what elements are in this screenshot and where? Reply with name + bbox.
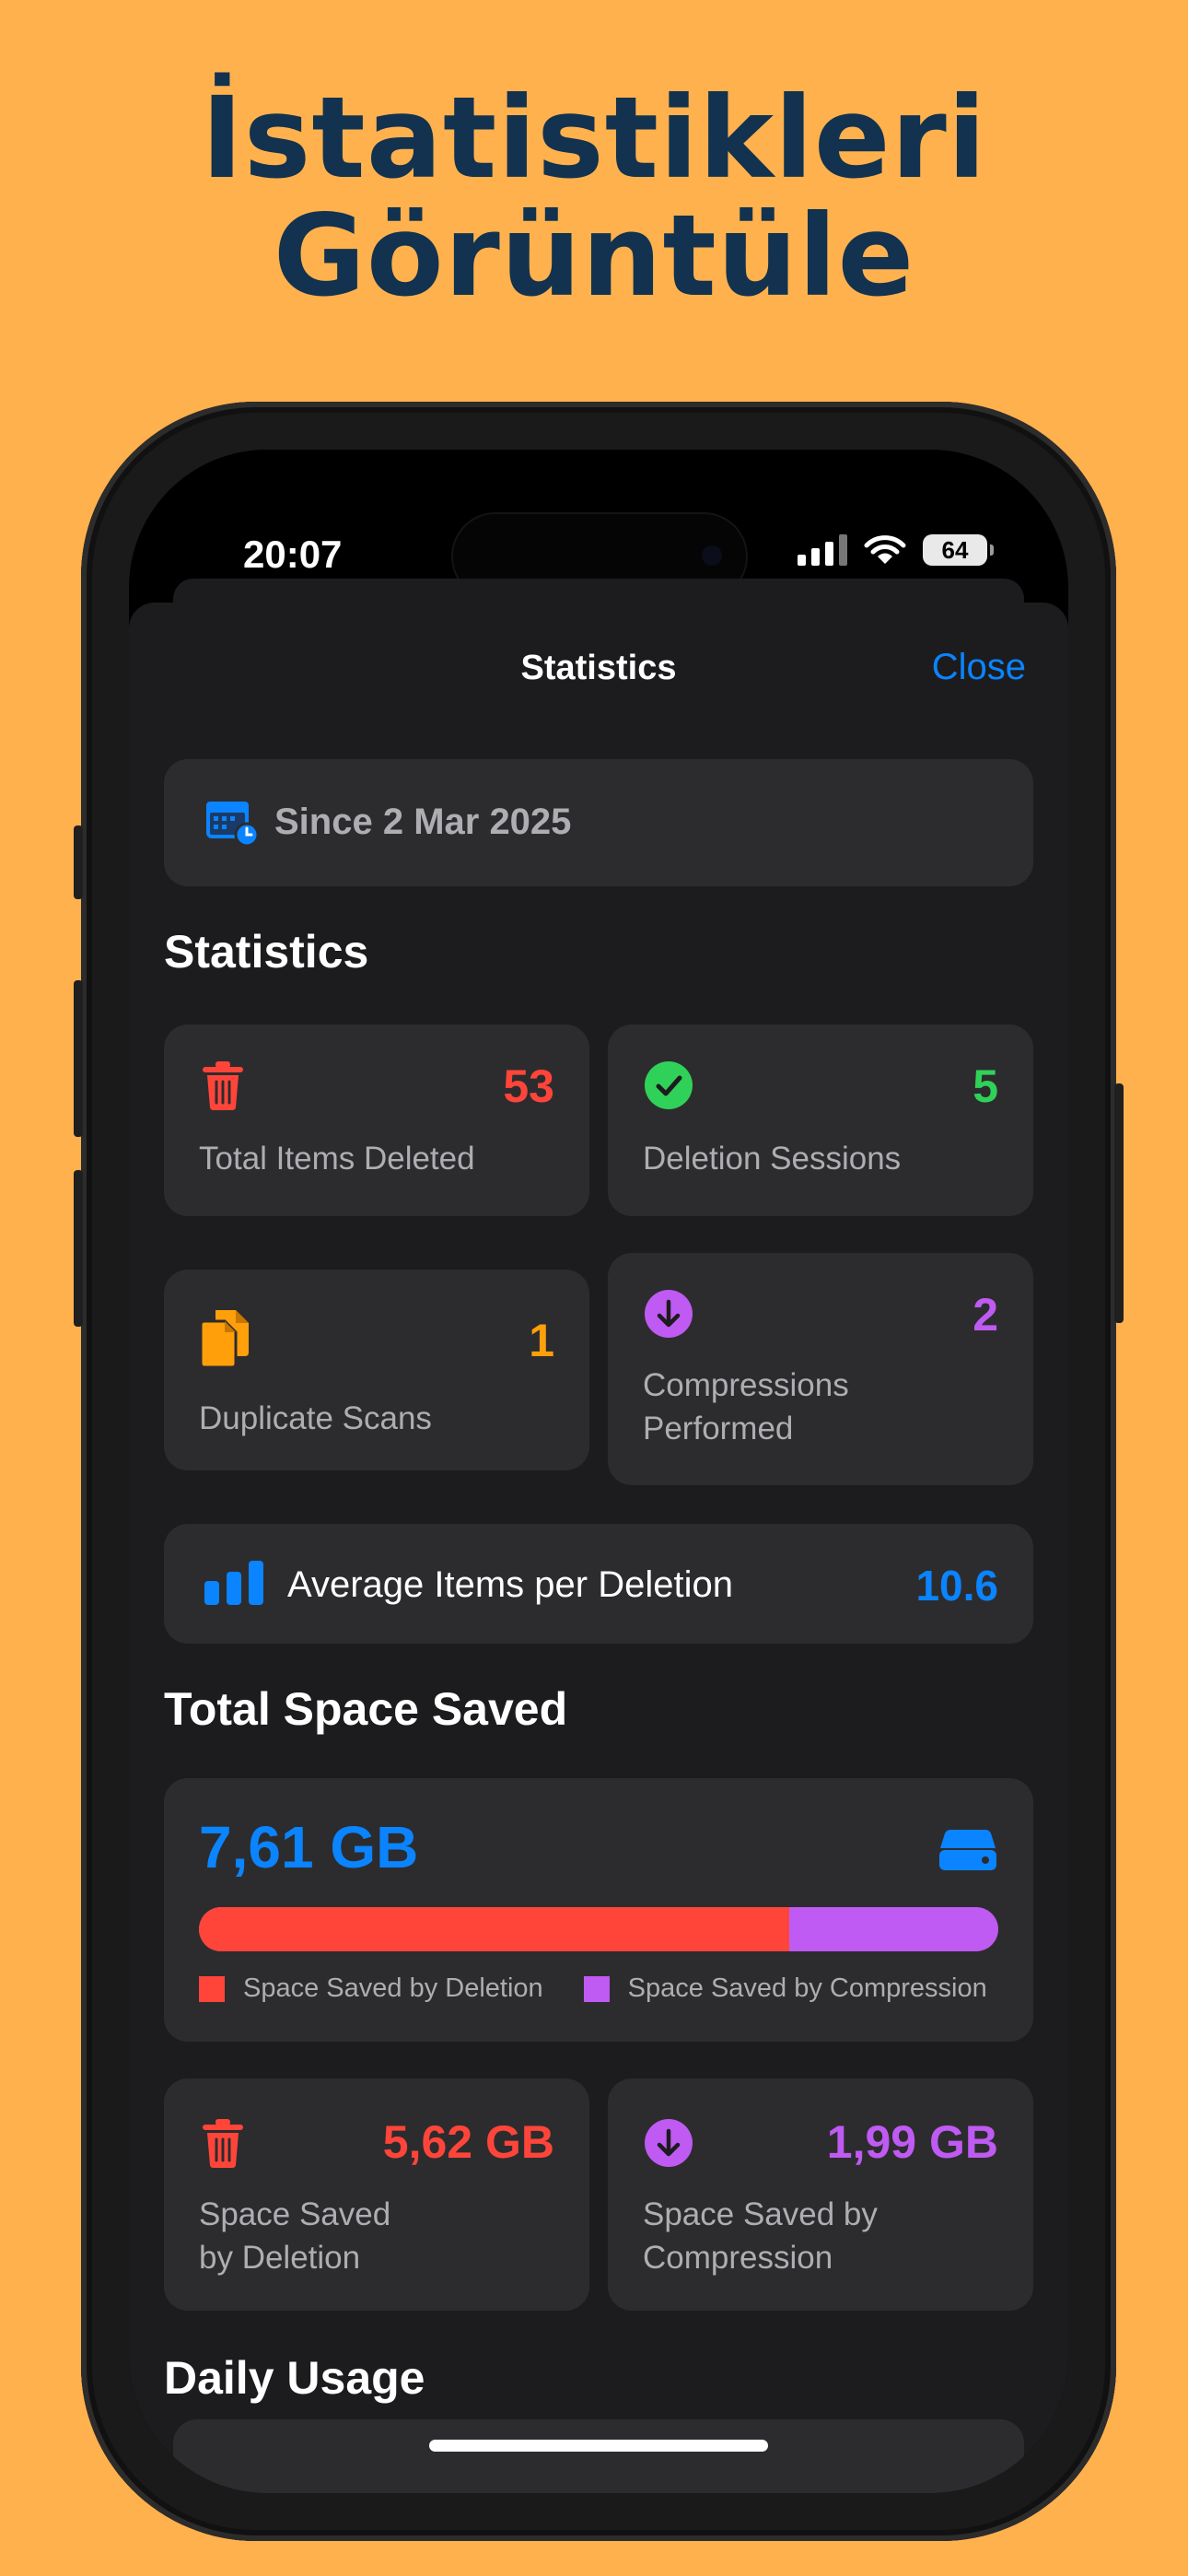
compressions-performed-label: Compressions Performed bbox=[643, 1364, 849, 1450]
space-deletion-label: Space Saved by Deletion bbox=[199, 2193, 390, 2279]
compressions-label-line2: Performed bbox=[643, 1411, 794, 1446]
status-icons: 64 bbox=[798, 534, 994, 566]
wifi-icon bbox=[864, 535, 906, 564]
total-items-deleted-value: 53 bbox=[503, 1060, 554, 1112]
since-date-label: Since 2 Mar 2025 bbox=[274, 802, 572, 842]
legend-compression-label: Space Saved by Compression bbox=[627, 1973, 987, 2003]
total-space-saved-heading: Total Space Saved bbox=[164, 1683, 568, 1735]
nav-title: Statistics bbox=[520, 649, 677, 687]
legend-deletion-swatch bbox=[199, 1975, 225, 2002]
statistics-heading: Statistics bbox=[164, 926, 369, 978]
trash-icon bbox=[203, 1061, 243, 1110]
deletion-sessions-card: 5 Deletion Sessions bbox=[608, 1025, 1033, 1216]
compressions-performed-card: 2 Compressions Performed bbox=[608, 1253, 1033, 1485]
duplicate-docs-icon bbox=[199, 1310, 249, 1369]
total-items-deleted-card: 53 Total Items Deleted bbox=[164, 1025, 589, 1216]
space-deletion-card: 5,62 GB Space Saved by Deletion bbox=[164, 2078, 589, 2311]
promo-title-line2: Görüntüle bbox=[273, 191, 915, 322]
close-button[interactable]: Close bbox=[932, 647, 1026, 688]
space-deletion-label-line1: Space Saved bbox=[199, 2196, 391, 2232]
checkmark-circle-icon bbox=[645, 1061, 693, 1109]
internal-drive-icon bbox=[939, 1830, 996, 1870]
space-compression-label-line1: Space Saved by bbox=[643, 2196, 878, 2232]
total-space-value: 7,61 GB bbox=[199, 1814, 419, 1880]
status-time: 20:07 bbox=[243, 533, 343, 576]
trash-icon bbox=[203, 2119, 243, 2168]
compressions-label-line1: Compressions bbox=[643, 1367, 849, 1403]
duplicate-scans-label: Duplicate Scans bbox=[199, 1400, 432, 1436]
bar-chart-icon bbox=[204, 1561, 263, 1605]
space-compression-label-line2: Compression bbox=[643, 2240, 833, 2276]
statistics-sheet: Statistics Close Since 2 Mar 2025 Statis… bbox=[129, 603, 1068, 2493]
deletion-sessions-value: 5 bbox=[973, 1060, 998, 1112]
promo-title: İstatistikleri Görüntüle bbox=[0, 79, 1188, 315]
space-saved-progress-bar bbox=[199, 1907, 998, 1951]
compressions-performed-value: 2 bbox=[973, 1289, 998, 1341]
action-button bbox=[74, 825, 83, 899]
phone-frame: 20:07 64 Statistics Close Since 2 Mar 20… bbox=[74, 402, 1124, 2541]
power-button bbox=[1114, 1083, 1124, 1323]
calendar-clock-icon bbox=[206, 802, 260, 848]
average-items-value: 10.6 bbox=[915, 1562, 998, 1610]
volume-up-button bbox=[74, 980, 83, 1137]
duplicate-scans-value: 1 bbox=[529, 1315, 554, 1366]
daily-usage-heading: Daily Usage bbox=[164, 2352, 425, 2404]
volume-down-button bbox=[74, 1170, 83, 1327]
home-indicator[interactable] bbox=[429, 2440, 768, 2452]
total-items-deleted-label: Total Items Deleted bbox=[199, 1141, 475, 1177]
space-deletion-label-line2: by Deletion bbox=[199, 2240, 361, 2276]
arrow-down-circle-icon bbox=[645, 2119, 693, 2167]
duplicate-scans-card: 1 Duplicate Scans bbox=[164, 1270, 589, 1470]
phone-screen: 20:07 64 Statistics Close Since 2 Mar 20… bbox=[129, 450, 1068, 2493]
since-date-card: Since 2 Mar 2025 bbox=[164, 759, 1033, 886]
signal-icon bbox=[798, 534, 847, 566]
total-space-card: 7,61 GB Space Saved by Deletion Space Sa… bbox=[164, 1778, 1033, 2042]
average-items-label: Average Items per Deletion bbox=[287, 1564, 733, 1605]
space-compression-value: 1,99 GB bbox=[826, 2116, 998, 2168]
space-compression-card: 1,99 GB Space Saved by Compression bbox=[608, 2078, 1033, 2311]
battery-icon: 64 bbox=[923, 534, 994, 566]
space-saved-deletion-fill bbox=[199, 1907, 790, 1951]
space-saved-legend: Space Saved by Deletion Space Saved by C… bbox=[199, 1973, 987, 2004]
daily-usage-card bbox=[173, 2419, 1024, 2493]
legend-compression-swatch bbox=[583, 1975, 610, 2002]
arrow-down-circle-icon bbox=[645, 1290, 693, 1338]
promo-title-line1: İstatistikleri bbox=[201, 73, 987, 204]
space-compression-label: Space Saved by Compression bbox=[643, 2193, 878, 2279]
legend-deletion-label: Space Saved by Deletion bbox=[243, 1973, 543, 2003]
deletion-sessions-label: Deletion Sessions bbox=[643, 1141, 902, 1177]
average-items-card: Average Items per Deletion 10.6 bbox=[164, 1524, 1033, 1644]
space-deletion-value: 5,62 GB bbox=[382, 2116, 554, 2168]
camera-icon bbox=[702, 545, 722, 566]
